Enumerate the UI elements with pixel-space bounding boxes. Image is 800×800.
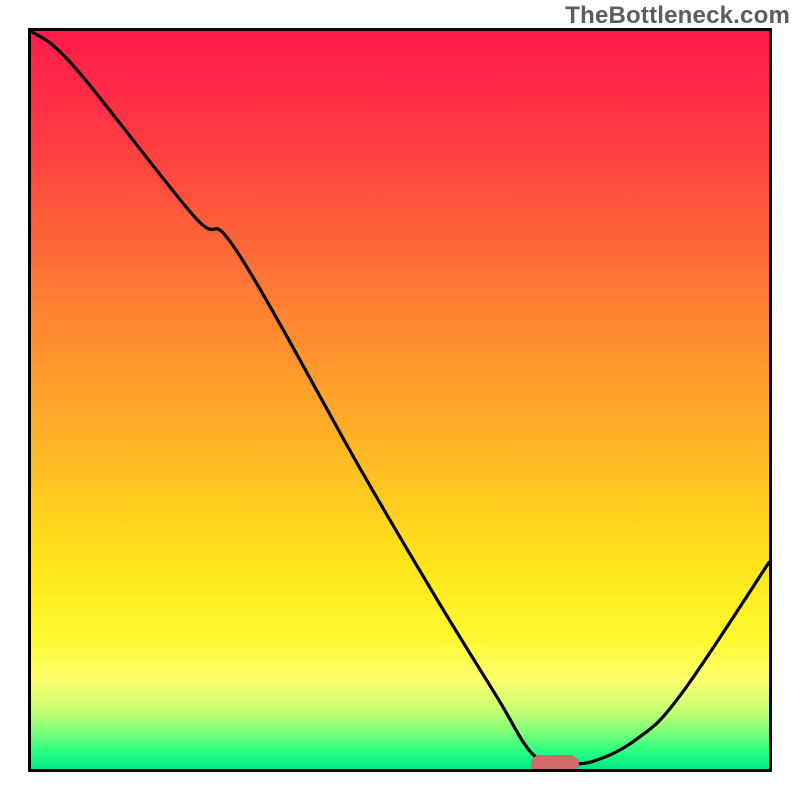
watermark-text: TheBottleneck.com xyxy=(565,2,790,30)
bottleneck-curve xyxy=(31,31,769,769)
plot-area xyxy=(28,28,772,772)
optimal-marker xyxy=(531,755,579,772)
bottleneck-chart: TheBottleneck.com xyxy=(0,0,800,800)
